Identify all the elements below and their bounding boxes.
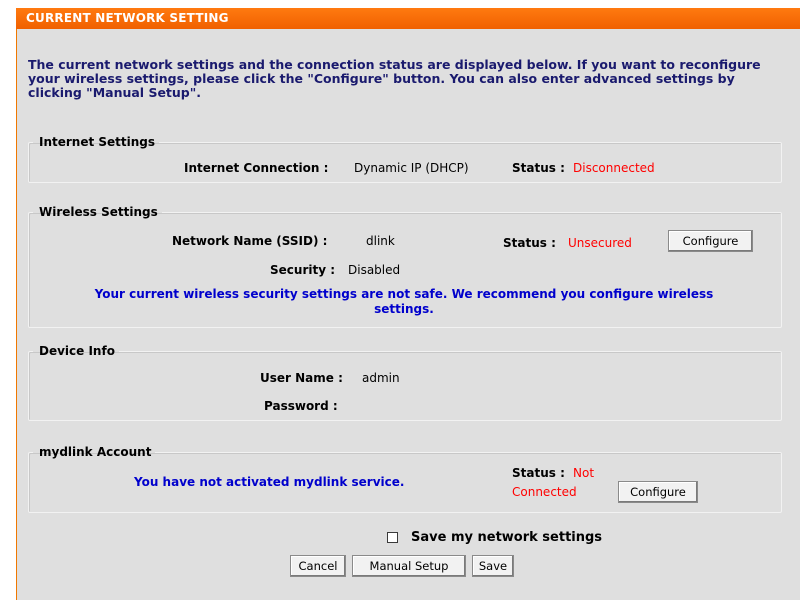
ssid-value: dlink bbox=[366, 234, 395, 248]
internet-status-label: Status : bbox=[512, 161, 565, 175]
internet-settings-legend: Internet Settings bbox=[39, 135, 156, 149]
mydlink-configure-button[interactable]: Configure bbox=[618, 481, 698, 503]
section-header: CURRENT NETWORK SETTING bbox=[16, 8, 800, 29]
mydlink-account-legend: mydlink Account bbox=[39, 445, 152, 459]
internet-status-value: Disconnected bbox=[573, 161, 655, 175]
internet-settings-group: Internet Settings bbox=[28, 135, 782, 183]
save-settings-label: Save my network settings bbox=[411, 530, 603, 545]
save-settings-checkbox[interactable] bbox=[387, 532, 398, 543]
intro-text: The current network settings and the con… bbox=[28, 57, 761, 100]
username-value: admin bbox=[362, 371, 400, 385]
mydlink-status-value-line2: Connected bbox=[512, 485, 577, 499]
save-button[interactable]: Save bbox=[472, 555, 514, 577]
wireless-settings-legend: Wireless Settings bbox=[39, 205, 158, 219]
device-info-legend: Device Info bbox=[39, 344, 115, 358]
mydlink-status-label: Status : bbox=[512, 466, 565, 480]
device-info-group: Device Info bbox=[28, 344, 782, 421]
mydlink-status-value-line1: Not bbox=[573, 466, 595, 480]
internet-connection-label: Internet Connection : bbox=[184, 161, 329, 175]
wireless-status-value: Unsecured bbox=[568, 236, 632, 250]
manual-setup-button[interactable]: Manual Setup bbox=[352, 555, 466, 577]
mydlink-message: You have not activated mydlink service. bbox=[134, 475, 405, 489]
password-label: Password : bbox=[264, 399, 338, 413]
username-label: User Name : bbox=[260, 371, 343, 385]
security-label: Security : bbox=[270, 263, 336, 277]
wireless-status-label: Status : bbox=[503, 236, 556, 250]
wireless-warning-line1: Your current wireless security settings … bbox=[94, 287, 714, 301]
wireless-warning-line2: settings. bbox=[374, 302, 434, 316]
wireless-configure-button[interactable]: Configure bbox=[668, 230, 753, 252]
ssid-label: Network Name (SSID) : bbox=[172, 234, 328, 248]
internet-connection-value: Dynamic IP (DHCP) bbox=[354, 161, 469, 175]
security-value: Disabled bbox=[348, 263, 401, 277]
cancel-button[interactable]: Cancel bbox=[290, 555, 346, 577]
